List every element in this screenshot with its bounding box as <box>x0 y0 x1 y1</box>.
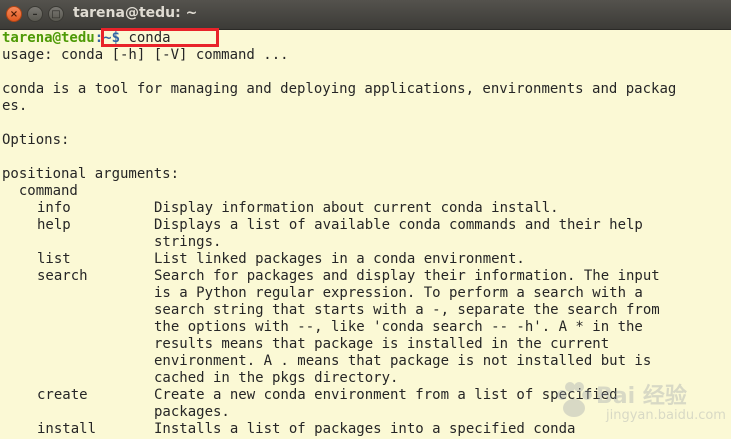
command-highlight-box <box>101 28 219 47</box>
command-desc: cached in the pkgs directory. <box>154 370 399 386</box>
command-name-install: install <box>37 421 97 437</box>
usage-line: usage: conda [-h] [-V] command ... <box>2 47 289 63</box>
command-desc: the options with --, like 'conda search … <box>154 319 643 335</box>
options-header: Options: <box>2 132 70 148</box>
watermark-text: Bai 经验 <box>596 384 687 409</box>
maximize-icon[interactable]: □ <box>48 6 64 22</box>
window-title: tarena@tedu: ~ <box>73 5 198 21</box>
baidu-watermark: Bai 经验 jingyan.baidu.com <box>548 370 728 432</box>
minimize-icon[interactable]: – <box>27 6 43 22</box>
command-desc: List linked packages in a conda environm… <box>154 251 525 267</box>
command-desc: environment. A . means that package is n… <box>154 353 652 369</box>
command-name-create: create <box>37 387 88 403</box>
command-desc: Search for packages and display their in… <box>154 268 660 284</box>
description-line-1: conda is a tool for managing and deployi… <box>2 81 677 97</box>
command-desc: Display information about current conda … <box>154 200 559 216</box>
command-header: command <box>2 183 78 199</box>
command-desc: Displays a list of available conda comma… <box>154 217 643 233</box>
command-desc: strings. <box>154 234 222 250</box>
watermark-url: jingyan.baidu.com <box>606 408 726 423</box>
positional-header: positional arguments: <box>2 166 180 182</box>
command-desc: packages. <box>154 404 230 420</box>
prompt-user-host: tarena@tedu <box>2 30 95 46</box>
command-desc: Installs a list of packages into a speci… <box>154 421 576 437</box>
command-name-info: info <box>37 200 71 216</box>
command-desc: is a Python regular expression. To perfo… <box>154 285 643 301</box>
description-line-2: es. <box>2 98 28 114</box>
command-name-list: list <box>37 251 71 267</box>
command-desc: results means that package is installed … <box>154 336 610 352</box>
command-desc: search string that starts with a -, sepa… <box>154 302 660 318</box>
close-icon[interactable]: × <box>6 6 22 22</box>
paw-logo-icon <box>557 382 592 417</box>
command-name-help: help <box>37 217 71 233</box>
command-name-search: search <box>37 268 88 284</box>
window-titlebar[interactable]: × – □ tarena@tedu: ~ <box>0 0 731 30</box>
